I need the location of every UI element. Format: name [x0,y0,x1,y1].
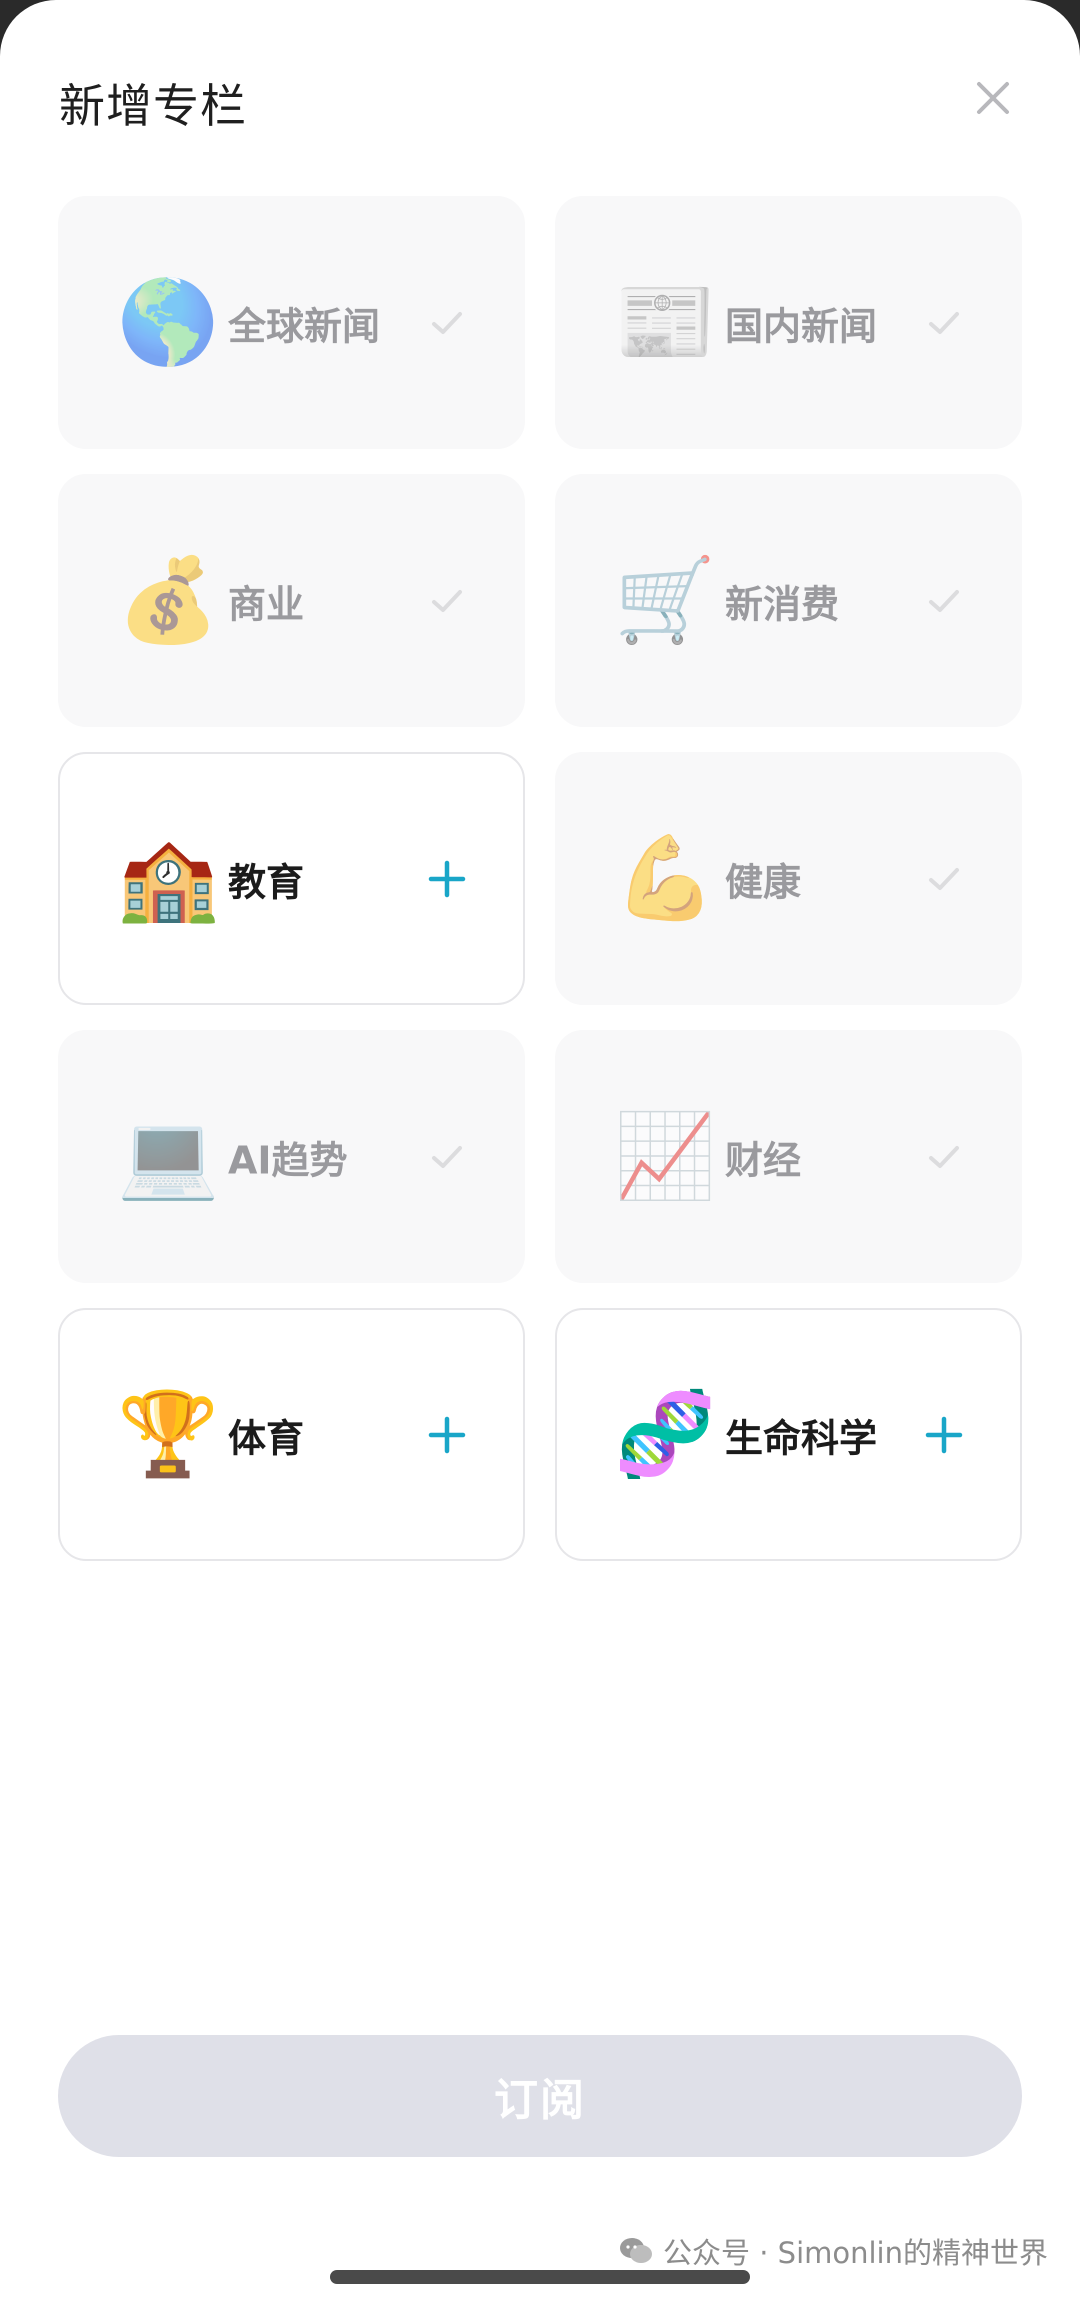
education-emoji-icon: 🏫 [116,830,220,926]
plus-icon [427,1415,467,1455]
life-science-emoji-icon: 🧬 [613,1386,717,1482]
column-card-label: 商业 [228,582,305,626]
column-card-label: 全球新闻 [228,304,381,348]
business-emoji-icon: 💰 [116,552,220,648]
column-card-finance[interactable]: 📈 财经 [555,1030,1022,1283]
page-title: 新增专栏 [59,79,247,133]
subscribe-button[interactable]: 订阅 [58,2035,1022,2157]
check-icon [427,581,467,621]
home-indicator[interactable] [330,2270,750,2284]
column-card-label: 健康 [725,860,802,904]
check-icon [924,581,964,621]
domestic-news-emoji-icon: 📰 [613,274,717,370]
sheet-header: 新增专栏 [59,62,1021,134]
column-grid: 🌎 全球新闻 📰 国内新闻 💰 商业 🛒 新消费 🏫 教育 💪 健康 💻 AI趋势 📈 财经 🏆 体育 🧬 生命科学 [58,196,1022,1561]
health-emoji-icon: 💪 [613,830,717,926]
global-news-emoji-icon: 🌎 [116,274,220,370]
check-icon [924,303,964,343]
finance-emoji-icon: 📈 [613,1108,717,1204]
column-card-label: AI趋势 [228,1138,348,1182]
plus-icon [427,859,467,899]
watermark: 公众号 · Simonlin的精神世界 [619,2230,1048,2272]
wechat-icon [620,2238,652,2263]
sports-emoji-icon: 🏆 [116,1386,220,1482]
column-card-life-science[interactable]: 🧬 生命科学 [555,1308,1022,1561]
ai-trends-emoji-icon: 💻 [116,1108,220,1204]
check-icon [427,303,467,343]
column-card-new-consumption[interactable]: 🛒 新消费 [555,474,1022,727]
column-card-label: 新消费 [725,582,840,626]
column-card-label: 教育 [228,860,305,904]
plus-icon [924,1415,964,1455]
column-card-label: 财经 [725,1138,802,1182]
add-column-sheet: 新增专栏 🌎 全球新闻 📰 国内新闻 💰 商业 🛒 新消费 🏫 教育 💪 健康 💻 AI趋势 📈 财经 🏆 体育 🧬… [0,0,1080,2297]
close-button[interactable] [965,70,1021,126]
column-card-label: 生命科学 [725,1416,878,1460]
column-card-global-news[interactable]: 🌎 全球新闻 [58,196,525,449]
check-icon [924,1137,964,1177]
column-card-ai-trends[interactable]: 💻 AI趋势 [58,1030,525,1283]
check-icon [924,859,964,899]
new-consumption-emoji-icon: 🛒 [613,552,717,648]
column-card-label: 体育 [228,1416,305,1460]
column-card-education[interactable]: 🏫 教育 [58,752,525,1005]
check-icon [427,1137,467,1177]
watermark-text: 公众号 · Simonlin的精神世界 [663,2236,1048,2270]
close-icon [977,82,1009,114]
column-card-sports[interactable]: 🏆 体育 [58,1308,525,1561]
column-card-health[interactable]: 💪 健康 [555,752,1022,1005]
column-card-business[interactable]: 💰 商业 [58,474,525,727]
column-card-domestic-news[interactable]: 📰 国内新闻 [555,196,1022,449]
column-card-label: 国内新闻 [725,304,878,348]
